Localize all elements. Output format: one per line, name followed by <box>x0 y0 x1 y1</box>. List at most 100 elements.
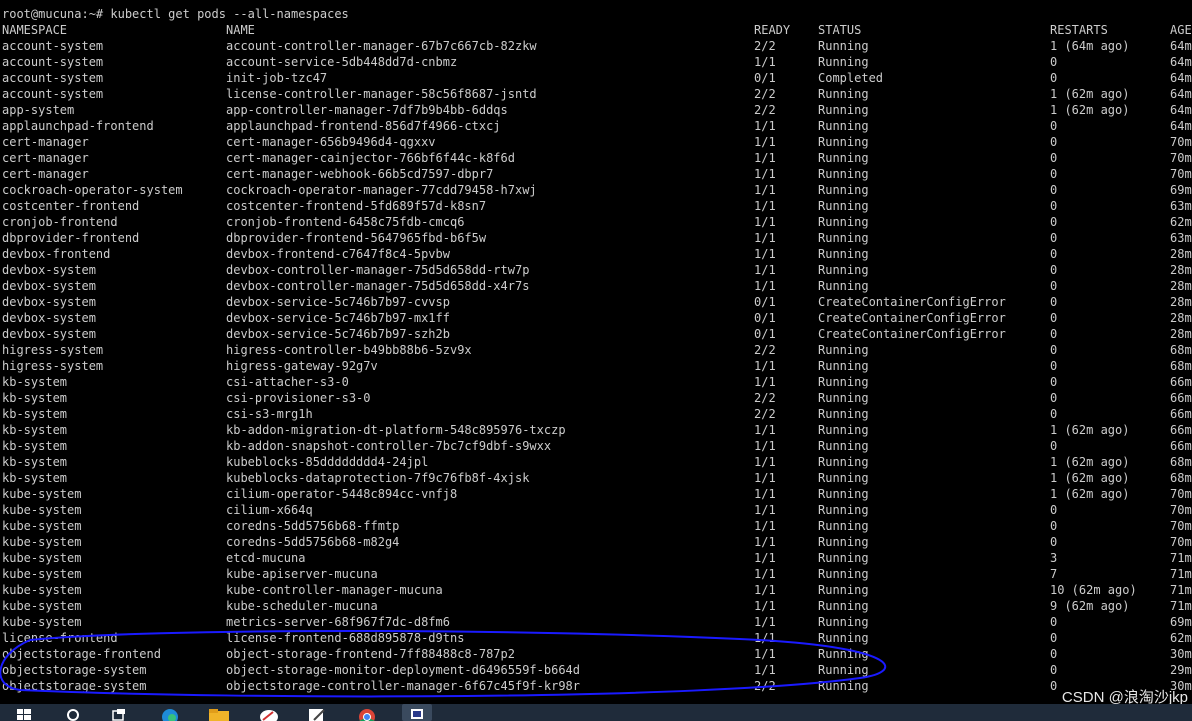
pod-name: higress-controller-b49bb88b6-5zv9x <box>226 343 472 357</box>
pod-age: 62m <box>1170 631 1192 645</box>
header-namespace: NAMESPACE <box>2 23 68 37</box>
pod-restarts: 0 <box>1050 615 1058 629</box>
pod-name: account-service-5db448dd7d-cnbmz <box>226 55 458 69</box>
pod-restarts: 1 (62m ago) <box>1050 487 1130 501</box>
pod-name: devbox-service-5c746b7b97-szh2b <box>226 327 450 341</box>
pod-age: 68m <box>1170 343 1192 357</box>
pod-ready: 2/2 <box>754 407 776 421</box>
table-row: devbox-system devbox-controller-manager-7… <box>0 278 1192 294</box>
pod-restarts: 0 <box>1050 359 1058 373</box>
pod-namespace: kube-system <box>2 599 82 613</box>
pod-name: kube-controller-manager-mucuna <box>226 583 443 597</box>
pod-status: Running <box>818 231 869 245</box>
pod-restarts: 9 (62m ago) <box>1050 599 1130 613</box>
pod-namespace: account-system <box>2 39 104 53</box>
editor-icon[interactable] <box>306 708 326 721</box>
table-row: applaunchpad-frontend applaunchpad-fronte… <box>0 118 1192 134</box>
pod-ready: 1/1 <box>754 439 776 453</box>
pod-name: account-controller-manager-67b7c667cb-82… <box>226 39 537 53</box>
pod-name: devbox-service-5c746b7b97-mx1ff <box>226 311 450 325</box>
pod-age: 66m <box>1170 375 1192 389</box>
pod-ready: 1/1 <box>754 215 776 229</box>
pod-age: 28m <box>1170 263 1192 277</box>
pod-namespace: costcenter-frontend <box>2 199 140 213</box>
table-row: devbox-frontend devbox-frontend-c7647f8c4… <box>0 246 1192 262</box>
pod-ready: 1/1 <box>754 487 776 501</box>
pod-name: csi-provisioner-s3-0 <box>226 391 371 405</box>
pod-age: 64m <box>1170 39 1192 53</box>
table-row: cert-manager cert-manager-webhook-66b5cd7… <box>0 166 1192 182</box>
pod-name: csi-attacher-s3-0 <box>226 375 349 389</box>
pod-age: 64m <box>1170 119 1192 133</box>
pod-age: 70m <box>1170 135 1192 149</box>
pod-status: Running <box>818 647 869 661</box>
pod-ready: 1/1 <box>754 119 776 133</box>
pod-namespace: devbox-system <box>2 311 96 325</box>
pod-restarts: 0 <box>1050 71 1058 85</box>
header-ready: READY <box>754 23 791 37</box>
table-row: kb-system csi-s3-mrg1h 2/2 Running 0 66m <box>0 406 1192 422</box>
file-explorer-icon[interactable] <box>208 708 229 721</box>
pod-namespace: cert-manager <box>2 135 89 149</box>
table-row: cert-manager cert-manager-cainjector-766b… <box>0 150 1192 166</box>
pod-status: CreateContainerConfigError <box>818 295 1006 309</box>
pod-restarts: 0 <box>1050 55 1058 69</box>
pod-restarts: 1 (62m ago) <box>1050 455 1130 469</box>
pod-age: 70m <box>1170 519 1192 533</box>
pod-ready: 1/1 <box>754 551 776 565</box>
pod-name: coredns-5dd5756b68-m82g4 <box>226 535 400 549</box>
windows-start-icon[interactable] <box>16 708 36 721</box>
pod-namespace: devbox-system <box>2 263 96 277</box>
table-row: kb-system csi-attacher-s3-0 1/1 Running 0 66m <box>0 374 1192 390</box>
pod-restarts: 0 <box>1050 135 1058 149</box>
pod-age: 28m <box>1170 295 1192 309</box>
terminal-icon[interactable] <box>402 704 432 721</box>
pod-restarts: 0 <box>1050 199 1058 213</box>
pod-restarts: 0 <box>1050 647 1058 661</box>
table-row: kube-system coredns-5dd5756b68-ffmtp 1/1 Ru… <box>0 518 1192 534</box>
pod-name: kb-addon-snapshot-controller-7bc7cf9dbf-… <box>226 439 552 453</box>
table-row: kube-system cilium-operator-5448c894cc-vn… <box>0 486 1192 502</box>
pod-name: kube-scheduler-mucuna <box>226 599 378 613</box>
pod-namespace: kb-system <box>2 375 68 389</box>
pod-name: objectstorage-controller-manager-6f67c45… <box>226 679 581 693</box>
pod-status: Running <box>818 567 869 581</box>
pod-name: object-storage-monitor-deployment-d64965… <box>226 663 581 677</box>
pod-status: Running <box>818 183 869 197</box>
table-row: kube-system kube-scheduler-mucuna 1/1 Runni… <box>0 598 1192 614</box>
pod-age: 71m <box>1170 551 1192 565</box>
pod-ready: 1/1 <box>754 567 776 581</box>
pod-status: Running <box>818 167 869 181</box>
pod-name: kubeblocks-85dddddddd4-24jpl <box>226 455 429 469</box>
pod-namespace: devbox-system <box>2 295 96 309</box>
pod-namespace: cert-manager <box>2 151 89 165</box>
pod-restarts: 0 <box>1050 183 1058 197</box>
pod-ready: 1/1 <box>754 247 776 261</box>
pod-ready: 0/1 <box>754 71 776 85</box>
pod-namespace: kb-system <box>2 407 68 421</box>
pod-ready: 1/1 <box>754 55 776 69</box>
edge-browser-icon[interactable] <box>160 708 180 721</box>
pod-age: 68m <box>1170 455 1192 469</box>
pod-ready: 1/1 <box>754 503 776 517</box>
pod-age: 68m <box>1170 359 1192 373</box>
pod-status: Running <box>818 343 869 357</box>
pod-namespace: objectstorage-system <box>2 679 147 693</box>
command-prompt: root@mucuna:~# kubectl get pods --all-na… <box>2 7 349 21</box>
pod-age: 28m <box>1170 247 1192 261</box>
table-row: kb-system kb-addon-migration-dt-platform-… <box>0 422 1192 438</box>
chrome-icon[interactable] <box>356 708 376 721</box>
app-icon[interactable] <box>258 708 278 721</box>
task-view-icon[interactable] <box>110 708 130 721</box>
pod-namespace: kube-system <box>2 551 82 565</box>
pod-namespace: applaunchpad-frontend <box>2 119 154 133</box>
header-restarts: RESTARTS <box>1050 23 1108 37</box>
search-icon[interactable] <box>64 708 84 721</box>
pod-age: 30m <box>1170 647 1192 661</box>
pod-ready: 1/1 <box>754 455 776 469</box>
terminal-window[interactable]: root@mucuna:~# kubectl get pods --all-na… <box>0 0 1192 704</box>
pod-status: Completed <box>818 71 884 85</box>
pod-namespace: license-frontend <box>2 631 118 645</box>
taskbar <box>0 704 1192 721</box>
pod-name: dbprovider-frontend-5647965fbd-b6f5w <box>226 231 487 245</box>
